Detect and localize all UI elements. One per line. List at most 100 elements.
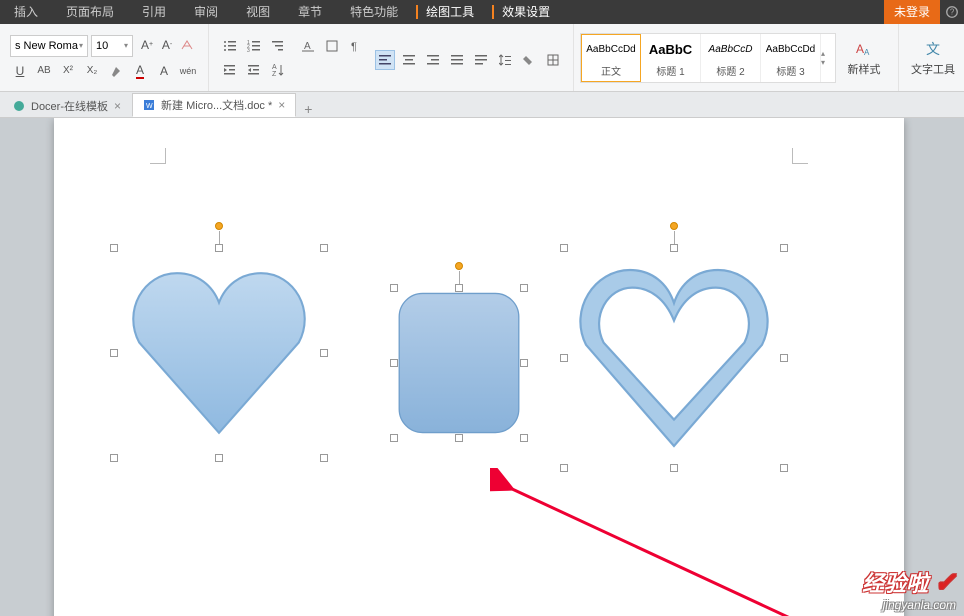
sort-icon[interactable]: AZ [267,59,289,81]
resize-handle[interactable] [455,284,463,292]
resize-handle[interactable] [560,244,568,252]
styles-group: AaBbCcDd正文 AaBbC标题 1 AaBbCcD标题 2 AaBbCcD… [574,24,899,91]
ribbon: s New Roma▾ 10▾ A+ A- U AB X² X₂ A A wén [0,24,964,92]
document-tabs: Docer-在线模板 × W 新建 Micro...文档.doc * × + [0,92,964,118]
superscript-icon[interactable]: X² [58,61,78,81]
shading-icon[interactable]: A [154,61,174,81]
clear-format-icon[interactable] [177,35,197,55]
resize-handle[interactable] [520,434,528,442]
style-heading3[interactable]: AaBbCcDd标题 3 [761,34,821,82]
decrease-font-icon[interactable]: A- [157,35,177,55]
bullet-list-icon[interactable] [219,35,241,57]
font-name-value: s New Roma [15,40,78,52]
resize-handle[interactable] [520,359,528,367]
multilevel-list-icon[interactable] [267,35,289,57]
resize-handle[interactable] [780,244,788,252]
underline-icon[interactable]: U [10,61,30,81]
shape-heart-outline[interactable] [564,248,784,468]
style-scroll-down-icon[interactable]: ▾ [821,58,835,67]
rotate-handle[interactable] [215,222,223,230]
font-size-combo[interactable]: 10▾ [91,35,133,57]
align-distribute-icon[interactable] [471,50,491,70]
resize-handle[interactable] [670,244,678,252]
align-left-icon[interactable] [375,50,395,70]
resize-handle[interactable] [390,284,398,292]
menu-drawing-tools[interactable]: 绘图工具 [412,0,488,24]
text-tool-button[interactable]: 文 文字工具 [905,39,961,77]
menu-chapter[interactable]: 章节 [284,0,336,24]
font-color-icon[interactable]: A [130,61,150,81]
resize-handle[interactable] [560,464,568,472]
menu-special[interactable]: 特色功能 [336,0,412,24]
resize-handle[interactable] [110,454,118,462]
styles-gallery[interactable]: AaBbCcDd正文 AaBbC标题 1 AaBbCcD标题 2 AaBbCcD… [580,33,836,83]
svg-text:?: ? [950,8,955,17]
decrease-indent-icon[interactable] [219,59,241,81]
resize-handle[interactable] [455,434,463,442]
resize-handle[interactable] [780,464,788,472]
line-spacing-icon[interactable] [495,50,515,70]
menu-view[interactable]: 视图 [232,0,284,24]
font-name-combo[interactable]: s New Roma▾ [10,35,88,57]
style-heading2[interactable]: AaBbCcD标题 2 [701,34,761,82]
document-page[interactable] [54,118,904,616]
border-icon[interactable] [321,35,343,57]
resize-handle[interactable] [780,354,788,362]
resize-handle[interactable] [560,354,568,362]
new-style-button[interactable]: AA 新样式 [836,39,892,77]
border-grid-icon[interactable] [543,50,563,70]
rounded-rect-icon [394,288,524,438]
shape-rounded-rect[interactable] [394,288,524,438]
new-tab-button[interactable]: + [296,101,320,117]
shading-fill-icon[interactable] [519,50,539,70]
text-tool-icon: 文 [923,39,943,59]
resize-handle[interactable] [110,349,118,357]
close-icon[interactable]: × [114,99,121,113]
shape-heart-filled[interactable] [114,248,324,458]
tab-document[interactable]: W 新建 Micro...文档.doc * × [132,93,296,117]
align-right-icon[interactable] [423,50,443,70]
resize-handle[interactable] [390,434,398,442]
number-list-icon[interactable]: 123 [243,35,265,57]
svg-text:A: A [304,41,311,52]
template-icon [13,100,25,112]
highlight-icon[interactable] [106,61,126,81]
menu-bar: 插入 页面布局 引用 审阅 视图 章节 特色功能 绘图工具 效果设置 未登录 ? [0,0,964,24]
strikethrough-icon[interactable]: AB [34,61,54,81]
font-size-value: 10 [96,40,108,52]
check-icon: ✓ [934,567,956,597]
help-icon[interactable]: ? [940,0,964,24]
increase-font-icon[interactable]: A+ [137,35,157,55]
menu-insert[interactable]: 插入 [0,0,52,24]
word-doc-icon: W [143,99,155,111]
resize-handle[interactable] [670,464,678,472]
increase-indent-icon[interactable] [243,59,265,81]
char-scale-icon[interactable]: A [297,35,319,57]
style-heading1[interactable]: AaBbC标题 1 [641,34,701,82]
tab-docer[interactable]: Docer-在线模板 × [2,93,132,117]
resize-handle[interactable] [215,244,223,252]
style-scroll-up-icon[interactable]: ▴ [821,49,835,58]
tab-label: 新建 Micro...文档.doc * [161,97,272,113]
style-normal[interactable]: AaBbCcDd正文 [581,34,641,82]
login-button[interactable]: 未登录 [884,0,940,24]
resize-handle[interactable] [110,244,118,252]
menu-reference[interactable]: 引用 [128,0,180,24]
align-center-icon[interactable] [399,50,419,70]
subscript-icon[interactable]: X₂ [82,61,102,81]
menu-effect-settings[interactable]: 效果设置 [488,0,564,24]
menu-review[interactable]: 审阅 [180,0,232,24]
rotate-handle[interactable] [670,222,678,230]
phonetic-icon[interactable]: wén [178,61,198,81]
show-marks-icon[interactable]: ¶ [345,35,367,57]
resize-handle[interactable] [390,359,398,367]
resize-handle[interactable] [215,454,223,462]
align-justify-icon[interactable] [447,50,467,70]
resize-handle[interactable] [520,284,528,292]
rotate-handle[interactable] [455,262,463,270]
menu-layout[interactable]: 页面布局 [52,0,128,24]
resize-handle[interactable] [320,454,328,462]
resize-handle[interactable] [320,244,328,252]
resize-handle[interactable] [320,349,328,357]
close-icon[interactable]: × [278,98,285,112]
